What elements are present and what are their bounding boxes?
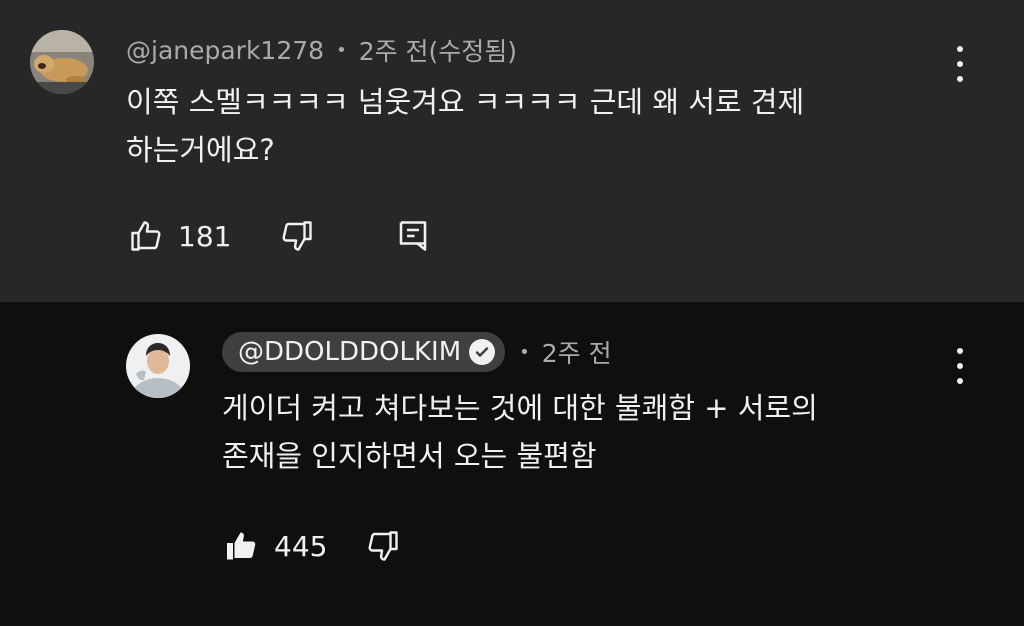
- thumbs-down-icon[interactable]: [279, 218, 315, 254]
- reply-author: @DDOLDDOLKIM: [238, 337, 462, 367]
- reply-actions: 445: [224, 528, 401, 564]
- reply-time[interactable]: 2주 전: [542, 334, 612, 370]
- thumbs-up-filled-icon[interactable]: [224, 528, 260, 564]
- like-count: 181: [178, 219, 232, 253]
- reply-text: 게이더 켜고 쳐다보는 것에 대한 불쾌함 + 서로의 존재을 인지하면서 오는…: [222, 384, 818, 480]
- thumbs-down-icon[interactable]: [365, 528, 401, 564]
- reply-icon[interactable]: [395, 218, 431, 254]
- meta-separator: •: [336, 39, 347, 61]
- more-vert-icon[interactable]: [950, 46, 970, 82]
- comment-author[interactable]: @janepark1278: [126, 36, 324, 65]
- dog-avatar-image: [30, 30, 94, 94]
- person-avatar-image: [126, 334, 190, 398]
- reply-line: 존재을 인지하면서 오는 불편함: [222, 439, 597, 473]
- comment-line: 이쪽 스멜ㅋㅋㅋㅋ 넘웃겨요 ㅋㅋㅋㅋ 근데 왜 서로 견제: [126, 85, 805, 119]
- more-vert-icon[interactable]: [950, 348, 970, 384]
- thumbs-up-icon[interactable]: [128, 218, 164, 254]
- reply-line: 게이더 켜고 쳐다보는 것에 대한 불쾌함 + 서로의: [222, 391, 818, 425]
- reply-thread: @DDOLDDOLKIM • 2주 전 게이더 켜고 쳐다보는 것에 대한 불쾌…: [0, 302, 1024, 626]
- comment-thread: @janepark1278 • 2주 전(수정됨) 이쪽 스멜ㅋㅋㅋㅋ 넘웃겨요…: [0, 0, 1024, 302]
- avatar[interactable]: [30, 30, 94, 94]
- check-circle-icon: [469, 339, 496, 365]
- reply-header: @DDOLDDOLKIM • 2주 전: [222, 332, 612, 372]
- comment-time[interactable]: 2주 전(수정됨): [359, 32, 517, 68]
- comment-text: 이쪽 스멜ㅋㅋㅋㅋ 넘웃겨요 ㅋㅋㅋㅋ 근데 왜 서로 견제 하는거에요?: [126, 78, 804, 174]
- comment-line: 하는거에요?: [126, 133, 275, 167]
- like-count: 445: [274, 529, 328, 563]
- author-chip[interactable]: @DDOLDDOLKIM: [222, 332, 506, 372]
- comment-actions: 181: [128, 218, 431, 254]
- avatar[interactable]: [126, 334, 190, 398]
- meta-separator: •: [519, 341, 530, 363]
- comment-header: @janepark1278 • 2주 전(수정됨): [126, 32, 517, 68]
